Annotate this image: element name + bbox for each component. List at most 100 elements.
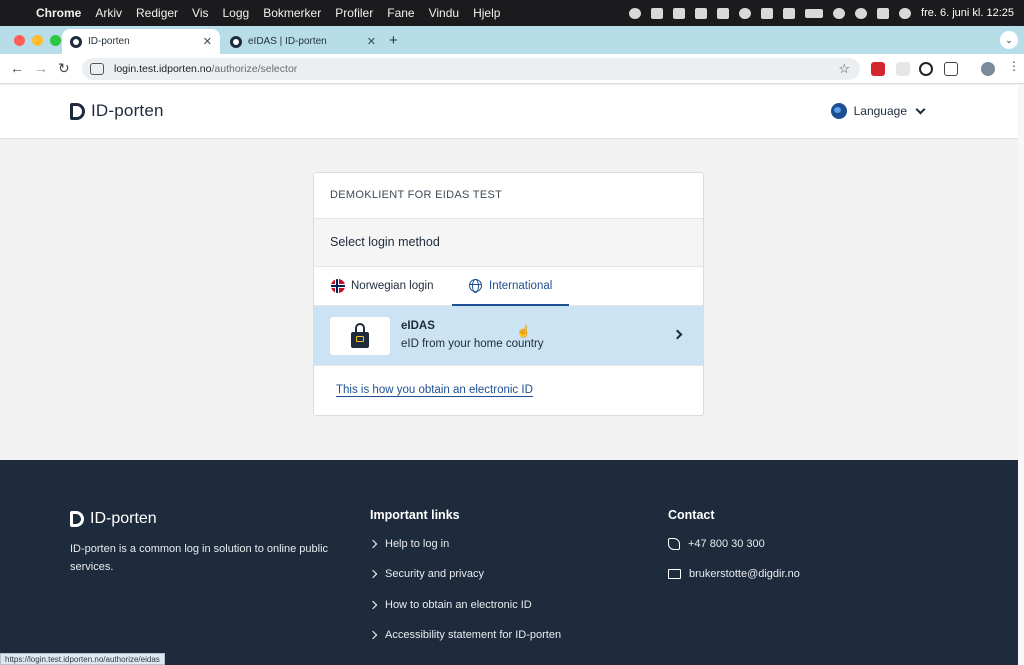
menu-item-rediger[interactable]: Rediger xyxy=(136,6,178,20)
chevron-right-icon xyxy=(368,600,378,610)
contact-email[interactable]: brukerstotte@digdir.no xyxy=(668,568,800,580)
browser-toolbar: ← → ↻ login.test.idporten.no /authorize/… xyxy=(0,54,1024,84)
extensions-puzzle-icon[interactable] xyxy=(944,62,958,76)
menu-item-hjelp[interactable]: Hjelp xyxy=(473,6,500,20)
menu-item-vis[interactable]: Vis xyxy=(192,6,208,20)
footer-link-label: Accessibility statement for ID-porten xyxy=(385,629,562,641)
page-scrollbar[interactable] xyxy=(1018,85,1024,665)
eidas-login-option[interactable]: eIDAS eID from your home country ☝ xyxy=(314,306,703,366)
link-status-bar: https://login.test.idporten.no/authorize… xyxy=(0,653,165,665)
extension-grey-icon[interactable] xyxy=(896,62,910,76)
menu-item-fane[interactable]: Fane xyxy=(387,6,414,20)
phone-number: +47 800 30 300 xyxy=(688,538,765,550)
profile-avatar[interactable] xyxy=(981,62,995,76)
chevron-right-icon xyxy=(368,569,378,579)
bluetooth-icon[interactable] xyxy=(783,7,796,19)
menu-item-profiler[interactable]: Profiler xyxy=(335,6,373,20)
forward-arrow-icon[interactable]: → xyxy=(34,60,48,76)
os-menubar: Chrome Arkiv Rediger Vis Logg Bokmerker … xyxy=(0,0,1024,26)
address-host: login.test.idporten.no xyxy=(114,63,212,75)
close-tab-icon[interactable]: ✕ xyxy=(203,35,212,48)
menu-item-logg[interactable]: Logg xyxy=(223,6,250,20)
login-method-tabs: Norwegian login International xyxy=(314,267,703,306)
siri-icon[interactable] xyxy=(899,7,912,19)
back-arrow-icon[interactable]: ← xyxy=(10,60,24,76)
browser-tab-eidas[interactable]: eIDAS | ID-porten ✕ xyxy=(222,29,384,54)
battery-icon[interactable] xyxy=(805,8,824,18)
globe-icon xyxy=(469,279,482,293)
spotlight-search-icon[interactable] xyxy=(855,7,868,19)
footer-link-label: Help to log in xyxy=(385,538,450,550)
site-info-icon[interactable] xyxy=(90,63,104,75)
page-footer: ID-porten ID-porten is a common log in s… xyxy=(0,460,1018,665)
tab-international[interactable]: International xyxy=(469,279,553,293)
address-path: /authorize/selector xyxy=(211,63,298,75)
padlock-icon xyxy=(351,323,369,349)
tab-title: ID-porten xyxy=(88,36,130,47)
tab-norwegian-login[interactable]: Norwegian login xyxy=(331,279,433,293)
record-icon[interactable] xyxy=(629,7,642,19)
wifi-icon[interactable] xyxy=(833,7,846,19)
email-address: brukerstotte@digdir.no xyxy=(689,568,800,580)
menu-item-vindu[interactable]: Vindu xyxy=(429,6,459,20)
extension-tray-icon[interactable] xyxy=(673,7,686,19)
contact-title: Contact xyxy=(668,508,715,522)
idporten-logo-mark-icon xyxy=(70,511,84,527)
address-bar[interactable]: login.test.idporten.no /authorize/select… xyxy=(82,58,860,80)
select-method-heading: Select login method xyxy=(314,219,703,267)
idporten-favicon-icon xyxy=(70,35,82,48)
tab-label: International xyxy=(489,279,553,292)
reload-icon[interactable]: ↻ xyxy=(58,60,70,77)
footer-link-help[interactable]: Help to log in xyxy=(368,538,450,550)
browser-menu-icon[interactable]: ⋮ xyxy=(1008,59,1020,73)
footer-description: ID-porten is a common log in solution to… xyxy=(70,543,329,573)
bookmark-star-icon[interactable]: ☆ xyxy=(838,61,850,77)
footer-link-accessibility[interactable]: Accessibility statement for ID-porten xyxy=(368,629,562,641)
menubar-clock[interactable]: fre. 6. juni kl. 12:25 xyxy=(921,7,1014,19)
obtain-eid-link[interactable]: This is how you obtain an electronic ID xyxy=(336,384,533,397)
display-icon[interactable] xyxy=(717,7,730,19)
page-header: ID-porten Language xyxy=(0,85,1018,139)
keyboard-icon[interactable] xyxy=(761,7,774,19)
extension-camera-icon[interactable] xyxy=(919,62,933,76)
globe-icon xyxy=(830,103,847,119)
new-tab-button[interactable]: + xyxy=(389,32,398,49)
menubar-tray: fre. 6. juni kl. 12:25 xyxy=(629,0,1014,26)
minimize-window-button[interactable] xyxy=(32,35,43,46)
idporten-favicon-icon xyxy=(230,35,242,48)
idporten-logo-mark-icon xyxy=(70,102,85,120)
language-selector[interactable]: Language xyxy=(830,103,926,119)
tab-search-chevron-icon[interactable]: ⌄ xyxy=(1000,31,1018,49)
vpn-icon[interactable] xyxy=(739,7,752,19)
contact-phone[interactable]: +47 800 30 300 xyxy=(668,538,765,550)
tab-title: eIDAS | ID-porten xyxy=(248,36,327,47)
option-subtitle: eID from your home country xyxy=(401,338,544,350)
footer-logo: ID-porten xyxy=(70,510,157,528)
important-links-title: Important links xyxy=(370,508,460,522)
phone-icon xyxy=(668,538,680,550)
chevron-right-icon xyxy=(368,630,378,640)
option-title: eIDAS xyxy=(401,320,435,332)
footer-link-label: Security and privacy xyxy=(385,568,485,580)
logo-text: ID-porten xyxy=(91,101,164,120)
footer-link-security[interactable]: Security and privacy xyxy=(368,568,485,580)
mail-icon xyxy=(668,569,681,579)
menu-item-arkiv[interactable]: Arkiv xyxy=(95,6,122,20)
cloud-icon[interactable] xyxy=(695,7,708,19)
zoom-window-button[interactable] xyxy=(50,35,61,46)
menu-item-bokmerker[interactable]: Bokmerker xyxy=(263,6,321,20)
menu-app-name[interactable]: Chrome xyxy=(36,6,81,20)
login-card: DEMOKLIENT FOR EIDAS TEST Select login m… xyxy=(313,172,704,416)
client-name: DEMOKLIENT FOR EIDAS TEST xyxy=(314,173,703,219)
footer-link-obtain-eid[interactable]: How to obtain an electronic ID xyxy=(368,599,532,611)
idporten-logo[interactable]: ID-porten xyxy=(70,101,164,121)
extension-red-icon[interactable] xyxy=(871,62,885,76)
close-tab-icon[interactable]: ✕ xyxy=(367,35,376,48)
window-controls xyxy=(14,35,61,46)
docker-icon[interactable] xyxy=(651,7,664,19)
footer-link-label: How to obtain an electronic ID xyxy=(385,599,532,611)
close-window-button[interactable] xyxy=(14,35,25,46)
eidas-icon-box xyxy=(330,317,390,355)
browser-tab-idporten[interactable]: ID-porten ✕ xyxy=(62,29,220,54)
control-center-icon[interactable] xyxy=(877,7,890,19)
